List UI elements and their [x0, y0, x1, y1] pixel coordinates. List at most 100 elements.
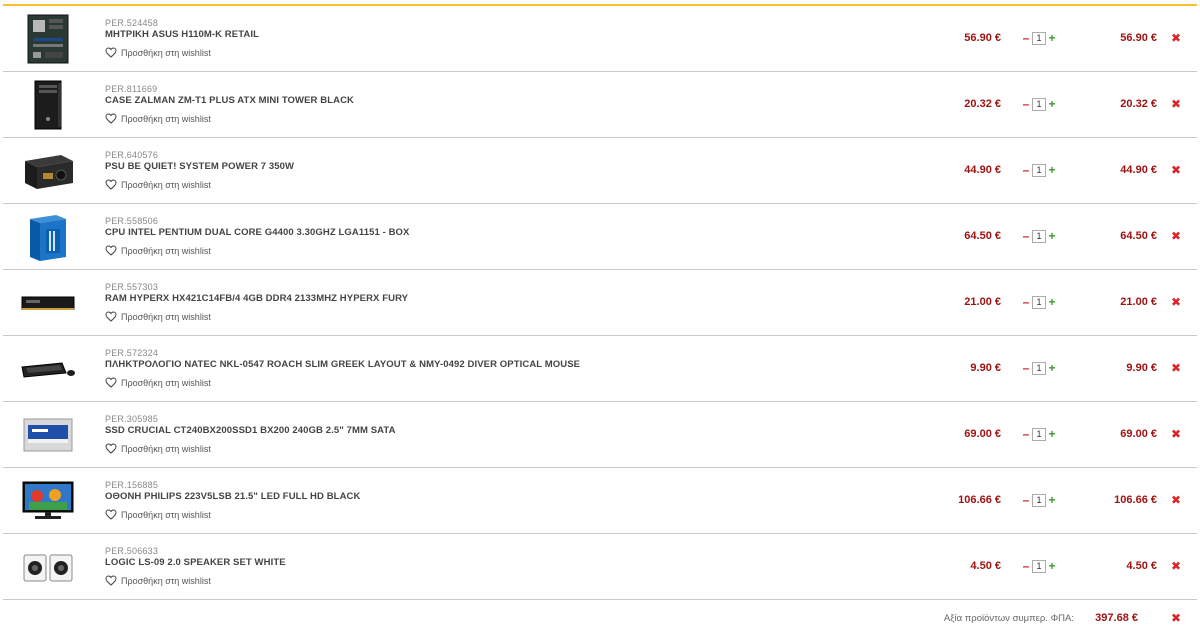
product-code: PER.640576: [105, 150, 159, 160]
product-image-case[interactable]: [13, 78, 83, 132]
wishlist-label: Προσθήκη στη wishlist: [121, 509, 211, 520]
minus-icon[interactable]: –: [1022, 428, 1030, 440]
wishlist-label: Προσθήκη στη wishlist: [121, 575, 211, 586]
add-to-wishlist-link[interactable]: Προσθήκη στη wishlist: [105, 443, 805, 454]
product-image-keyboard[interactable]: [13, 342, 83, 396]
cart-row: PER.811669 CASE ZALMAN ZM-T1 PLUS ATX MI…: [3, 72, 1197, 138]
unit-price: 20.32 €: [964, 98, 1001, 110]
product-image-monitor[interactable]: [13, 474, 83, 528]
product-title[interactable]: PSU BE QUIET! SYSTEM POWER 7 350W: [105, 161, 805, 173]
product-code: PER.156885: [105, 480, 159, 490]
product-title[interactable]: ΜΗΤΡΙΚΗ ASUS H110M-K RETAIL: [105, 29, 805, 41]
heart-icon: [105, 113, 117, 124]
summary-label: Αξία προϊόντων συμπερ. ΦΠΑ:: [943, 613, 1074, 624]
close-icon[interactable]: ✖: [1171, 611, 1181, 625]
unit-price: 9.90 €: [970, 362, 1001, 374]
minus-icon[interactable]: –: [1022, 494, 1030, 506]
product-info: PER.640576 PSU BE QUIET! SYSTEM POWER 7 …: [105, 150, 805, 190]
heart-icon: [105, 443, 117, 454]
product-code: PER.524458: [105, 18, 159, 28]
add-to-wishlist-link[interactable]: Προσθήκη στη wishlist: [105, 47, 805, 58]
cart-row: PER.572324 ΠΛΗΚΤΡΟΛΟΓΙΟ NATEC NKL-0547 R…: [3, 336, 1197, 402]
product-code: PER.506633: [105, 546, 159, 556]
product-image-speakers[interactable]: [13, 540, 83, 594]
wishlist-label: Προσθήκη στη wishlist: [121, 113, 211, 124]
minus-icon[interactable]: –: [1022, 32, 1030, 44]
close-icon[interactable]: ✖: [1171, 229, 1181, 243]
unit-price: 64.50 €: [964, 230, 1001, 242]
unit-price: 69.00 €: [964, 428, 1001, 440]
product-image-ssd[interactable]: [13, 408, 83, 462]
product-code: PER.558506: [105, 216, 159, 226]
add-to-wishlist-link[interactable]: Προσθήκη στη wishlist: [105, 179, 805, 190]
add-to-wishlist-link[interactable]: Προσθήκη στη wishlist: [105, 245, 805, 256]
minus-icon[interactable]: –: [1022, 164, 1030, 176]
cart-row: PER.640576 PSU BE QUIET! SYSTEM POWER 7 …: [3, 138, 1197, 204]
product-title[interactable]: CPU INTEL PENTIUM DUAL CORE G4400 3.30GH…: [105, 227, 805, 239]
unit-price: 4.50 €: [970, 560, 1001, 572]
line-total: 56.90 €: [1120, 32, 1157, 44]
product-code: PER.572324: [105, 348, 159, 358]
add-to-wishlist-link[interactable]: Προσθήκη στη wishlist: [105, 509, 805, 520]
product-info: PER.156885 ΟΘΟΝΗ PHILIPS 223V5LSB 21.5" …: [105, 480, 805, 520]
product-info: PER.524458 ΜΗΤΡΙΚΗ ASUS H110M-K RETAIL Π…: [105, 18, 805, 58]
product-image-ram[interactable]: [13, 276, 83, 330]
line-total: 69.00 €: [1120, 428, 1157, 440]
product-image-cpu[interactable]: [13, 210, 83, 264]
product-title[interactable]: CASE ZALMAN ZM-T1 PLUS ATX MINI TOWER BL…: [105, 95, 805, 107]
product-image-psu[interactable]: [13, 144, 83, 198]
cart-row: PER.305985 SSD CRUCIAL CT240BX200SSD1 BX…: [3, 402, 1197, 468]
product-info: PER.305985 SSD CRUCIAL CT240BX200SSD1 BX…: [105, 414, 805, 454]
unit-price: 44.90 €: [964, 164, 1001, 176]
close-icon[interactable]: ✖: [1171, 361, 1181, 375]
heart-icon: [105, 311, 117, 322]
product-info: PER.558506 CPU INTEL PENTIUM DUAL CORE G…: [105, 216, 805, 256]
line-total: 9.90 €: [1126, 362, 1157, 374]
add-to-wishlist-link[interactable]: Προσθήκη στη wishlist: [105, 575, 805, 586]
line-total: 64.50 €: [1120, 230, 1157, 242]
minus-icon[interactable]: –: [1022, 296, 1030, 308]
product-title[interactable]: RAM HYPERX HX421C14FB/4 4GB DDR4 2133MHZ…: [105, 293, 805, 305]
product-info: PER.572324 ΠΛΗΚΤΡΟΛΟΓΙΟ NATEC NKL-0547 R…: [105, 348, 805, 388]
close-icon[interactable]: ✖: [1171, 163, 1181, 177]
cart-row: PER.524458 ΜΗΤΡΙΚΗ ASUS H110M-K RETAIL Π…: [3, 6, 1197, 72]
add-to-wishlist-link[interactable]: Προσθήκη στη wishlist: [105, 377, 805, 388]
product-code: PER.811669: [105, 84, 158, 94]
line-total: 106.66 €: [1114, 494, 1157, 506]
minus-icon[interactable]: –: [1022, 230, 1030, 242]
wishlist-label: Προσθήκη στη wishlist: [121, 179, 211, 190]
close-icon[interactable]: ✖: [1171, 97, 1181, 111]
wishlist-label: Προσθήκη στη wishlist: [121, 311, 211, 322]
unit-price: 21.00 €: [964, 296, 1001, 308]
line-total: 44.90 €: [1120, 164, 1157, 176]
close-icon[interactable]: ✖: [1171, 559, 1181, 573]
product-info: PER.506633 LOGIC LS-09 2.0 SPEAKER SET W…: [105, 546, 805, 586]
close-icon[interactable]: ✖: [1171, 427, 1181, 441]
heart-icon: [105, 575, 117, 586]
heart-icon: [105, 179, 117, 190]
minus-icon[interactable]: –: [1022, 560, 1030, 572]
summary-total: 397.68 €: [1095, 612, 1138, 624]
line-total: 4.50 €: [1126, 560, 1157, 572]
add-to-wishlist-link[interactable]: Προσθήκη στη wishlist: [105, 113, 805, 124]
product-title[interactable]: SSD CRUCIAL CT240BX200SSD1 BX200 240GB 2…: [105, 425, 805, 437]
heart-icon: [105, 509, 117, 520]
product-title[interactable]: LOGIC LS-09 2.0 SPEAKER SET WHITE: [105, 557, 805, 569]
product-image-motherboard[interactable]: [13, 12, 83, 66]
wishlist-label: Προσθήκη στη wishlist: [121, 47, 211, 58]
line-total: 21.00 €: [1120, 296, 1157, 308]
minus-icon[interactable]: –: [1022, 362, 1030, 374]
heart-icon: [105, 245, 117, 256]
product-code: PER.557303: [105, 282, 159, 292]
minus-icon[interactable]: –: [1022, 98, 1030, 110]
product-title[interactable]: ΟΘΟΝΗ PHILIPS 223V5LSB 21.5" LED FULL HD…: [105, 491, 805, 503]
unit-price: 106.66 €: [958, 494, 1001, 506]
cart-row: PER.506633 LOGIC LS-09 2.0 SPEAKER SET W…: [3, 534, 1197, 600]
close-icon[interactable]: ✖: [1171, 493, 1181, 507]
add-to-wishlist-link[interactable]: Προσθήκη στη wishlist: [105, 311, 805, 322]
close-icon[interactable]: ✖: [1171, 31, 1181, 45]
line-total: 20.32 €: [1120, 98, 1157, 110]
close-icon[interactable]: ✖: [1171, 295, 1181, 309]
cart-row: PER.557303 RAM HYPERX HX421C14FB/4 4GB D…: [3, 270, 1197, 336]
product-title[interactable]: ΠΛΗΚΤΡΟΛΟΓΙΟ NATEC NKL-0547 ROACH SLIM G…: [105, 359, 805, 371]
